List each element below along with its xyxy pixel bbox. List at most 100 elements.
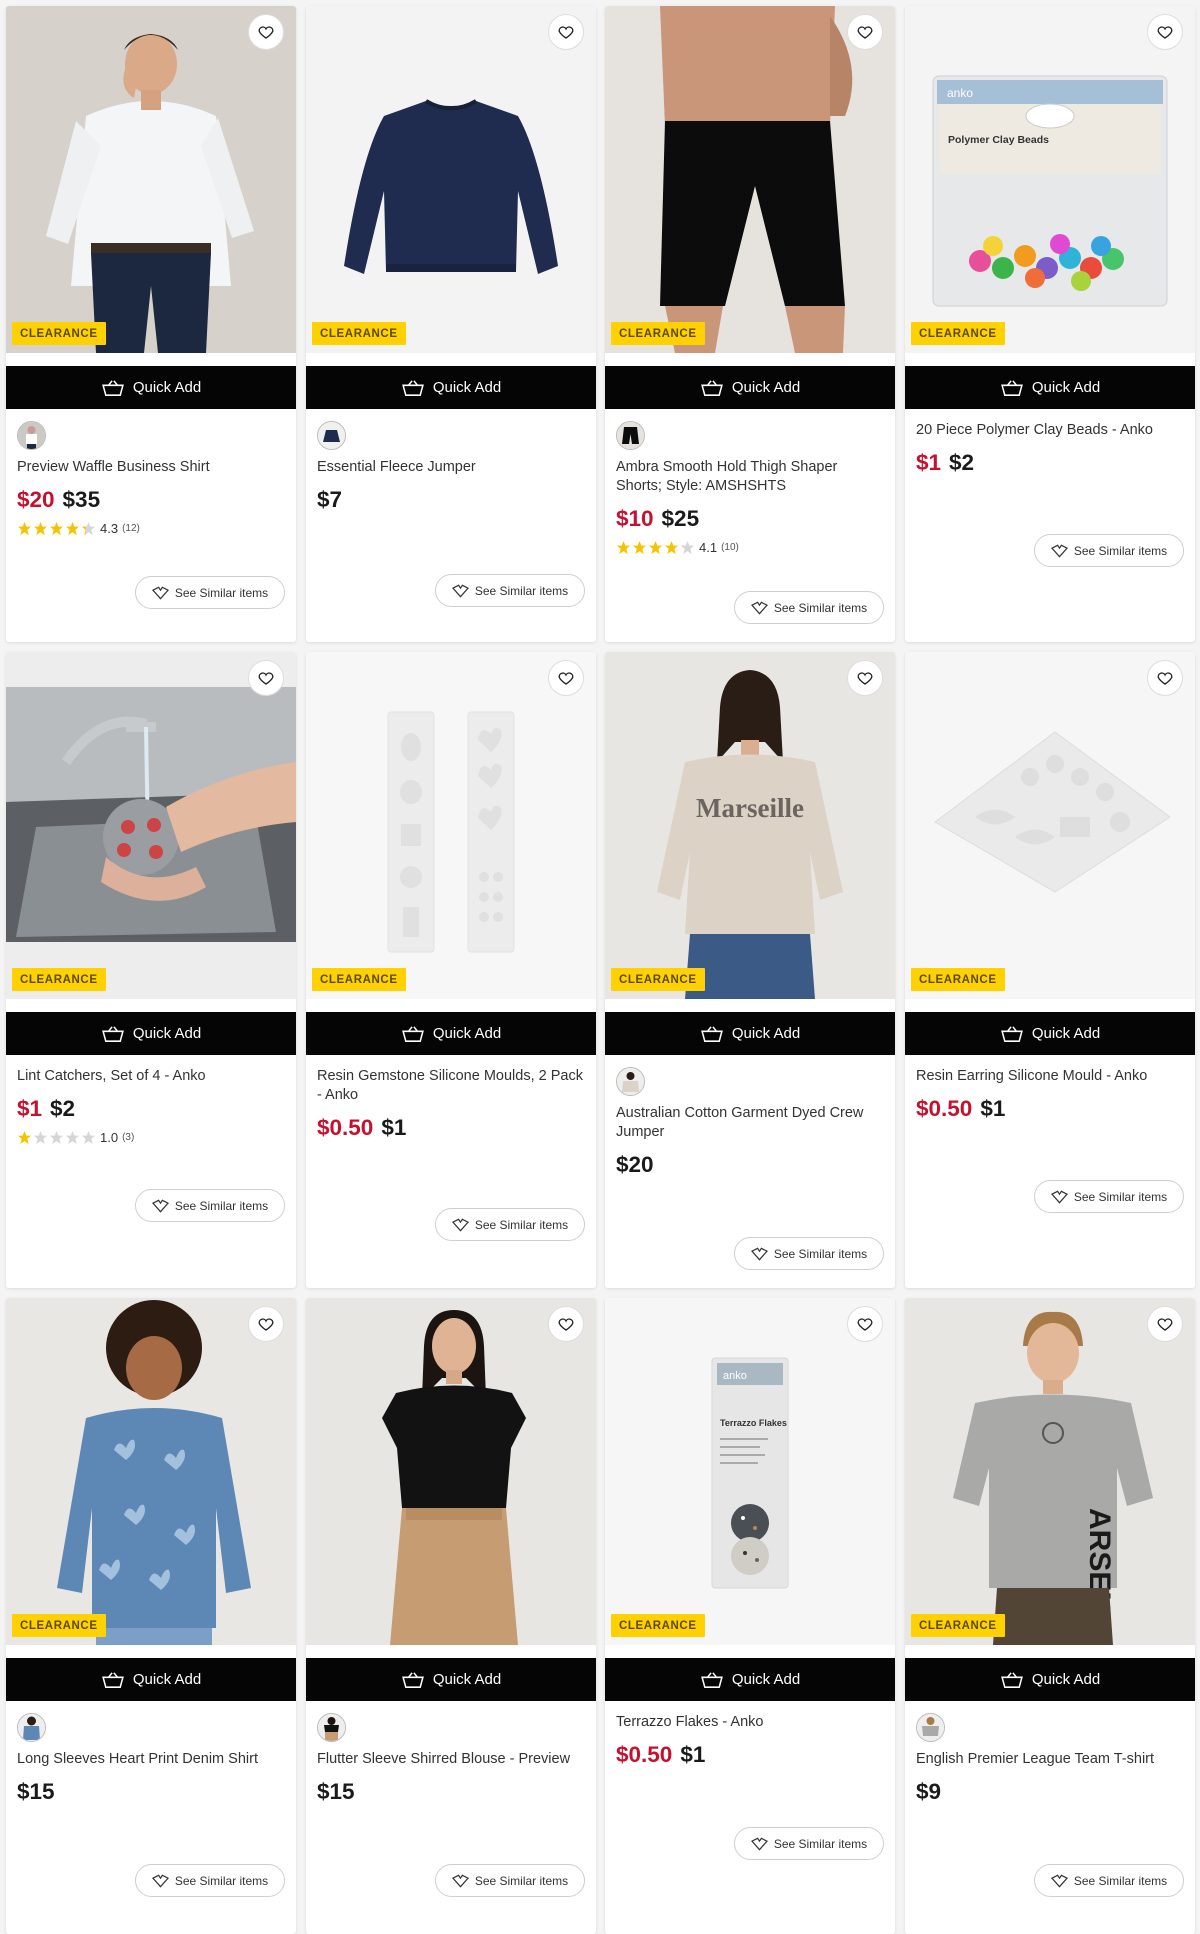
see-similar-label: See Similar items	[1073, 1189, 1168, 1204]
see-similar-button[interactable]: See Similar items	[734, 591, 884, 624]
product-image[interactable]: CLEARANCE	[6, 652, 296, 999]
quick-add-button[interactable]: Quick Add	[905, 1012, 1195, 1055]
product-image[interactable]: CLEARANCE	[6, 6, 296, 353]
product-name[interactable]: Terrazzo Flakes - Anko	[616, 1713, 884, 1732]
product-card[interactable]: anko Terrazzo Flakes CLEARANCE Quick Add…	[605, 1298, 895, 1934]
product-image[interactable]: CLEARANCE	[6, 1298, 296, 1645]
wishlist-button[interactable]	[248, 14, 284, 50]
heart-icon	[857, 1318, 873, 1331]
quick-add-label: Quick Add	[132, 1671, 202, 1688]
product-photo: ARSENAL	[905, 1298, 1195, 1645]
wishlist-button[interactable]	[1147, 660, 1183, 696]
product-image[interactable]: anko Polymer Clay Beads CLEARANCE	[905, 6, 1195, 353]
product-card[interactable]: CLEARANCE Quick Add Resin Gemstone Silic…	[306, 652, 596, 1288]
product-name[interactable]: Australian Cotton Garment Dyed Crew Jump…	[616, 1104, 884, 1142]
quick-add-button[interactable]: Quick Add	[6, 366, 296, 409]
product-image[interactable]: CLEARANCE	[605, 6, 895, 353]
see-similar-button[interactable]: See Similar items	[1034, 534, 1184, 567]
see-similar-button[interactable]: See Similar items	[135, 576, 285, 609]
product-name[interactable]: 20 Piece Polymer Clay Beads - Anko	[916, 421, 1184, 440]
color-swatch[interactable]	[17, 421, 46, 450]
product-name[interactable]: Lint Catchers, Set of 4 - Anko	[17, 1067, 285, 1086]
product-card[interactable]: CLEARANCE Quick Add Long Sleeves Heart P…	[6, 1298, 296, 1934]
quick-add-button[interactable]: Quick Add	[905, 366, 1195, 409]
see-similar-button[interactable]: See Similar items	[435, 574, 585, 607]
wishlist-button[interactable]	[548, 14, 584, 50]
product-card[interactable]: CLEARANCE Quick Add Preview Waffle Busin…	[6, 6, 296, 642]
wishlist-button[interactable]	[548, 1306, 584, 1342]
product-name[interactable]: Long Sleeves Heart Print Denim Shirt	[17, 1750, 285, 1769]
product-name[interactable]: Flutter Sleeve Shirred Blouse - Preview	[317, 1750, 585, 1769]
see-similar-button[interactable]: See Similar items	[135, 1189, 285, 1222]
quick-add-button[interactable]: Quick Add	[306, 1658, 596, 1701]
quick-add-button[interactable]: Quick Add	[6, 1658, 296, 1701]
product-name[interactable]: English Premier League Team T-shirt	[916, 1750, 1184, 1769]
product-image[interactable]: CLEARANCE	[306, 652, 596, 999]
quick-add-label: Quick Add	[432, 1025, 502, 1042]
product-card[interactable]: CLEARANCE Quick Add Lint Catchers, Set o…	[6, 652, 296, 1288]
heart-icon	[857, 26, 873, 39]
color-swatch[interactable]	[17, 1713, 46, 1742]
product-card[interactable]: anko Polymer Clay Beads CLEARANCE Quick …	[905, 6, 1195, 642]
product-card[interactable]: ARSENAL CLEARANCE Quick Add English Prem…	[905, 1298, 1195, 1934]
wishlist-button[interactable]	[847, 1306, 883, 1342]
wishlist-button[interactable]	[548, 660, 584, 696]
product-name[interactable]: Resin Earring Silicone Mould - Anko	[916, 1067, 1184, 1086]
product-card[interactable]: CLEARANCE Quick Add Ambra Smooth Hold Th…	[605, 6, 895, 642]
color-swatch[interactable]	[317, 421, 346, 450]
product-photo: anko Polymer Clay Beads	[905, 6, 1195, 353]
product-name[interactable]: Ambra Smooth Hold Thigh Shaper Shorts; S…	[616, 458, 884, 496]
see-similar-button[interactable]: See Similar items	[734, 1237, 884, 1270]
price-now: $15	[317, 1779, 355, 1804]
quick-add-button[interactable]: Quick Add	[905, 1658, 1195, 1701]
product-card[interactable]: CLEARANCE Quick Add Essential Fleece Jum…	[306, 6, 596, 642]
quick-add-button[interactable]: Quick Add	[605, 1012, 895, 1055]
product-card[interactable]: CLEARANCE Quick Add Resin Earring Silico…	[905, 652, 1195, 1288]
heart-icon	[258, 26, 274, 39]
quick-add-button[interactable]: Quick Add	[6, 1012, 296, 1055]
price-now: $9	[916, 1779, 942, 1804]
see-similar-button[interactable]: See Similar items	[135, 1864, 285, 1897]
product-image[interactable]: CLEARANCE	[306, 6, 596, 353]
see-similar-button[interactable]: See Similar items	[435, 1208, 585, 1241]
wishlist-button[interactable]	[248, 1306, 284, 1342]
wishlist-button[interactable]	[847, 14, 883, 50]
color-swatch[interactable]	[916, 1713, 945, 1742]
similar-icon	[750, 601, 768, 615]
product-name[interactable]: Preview Waffle Business Shirt	[17, 458, 285, 477]
color-swatch[interactable]	[616, 1067, 645, 1096]
price: $10 $25	[616, 506, 884, 532]
heart-icon	[558, 672, 574, 685]
original-price: $25	[661, 506, 700, 531]
wishlist-button[interactable]	[847, 660, 883, 696]
product-image[interactable]: Marseille CLEARANCE	[605, 652, 895, 999]
quick-add-label: Quick Add	[731, 379, 801, 396]
quick-add-button[interactable]: Quick Add	[605, 1658, 895, 1701]
see-similar-button[interactable]: See Similar items	[1034, 1180, 1184, 1213]
heart-icon	[857, 672, 873, 685]
product-card[interactable]: Quick Add Flutter Sleeve Shirred Blouse …	[306, 1298, 596, 1934]
similar-icon	[750, 1837, 768, 1851]
wishlist-button[interactable]	[248, 660, 284, 696]
see-similar-label: See Similar items	[474, 583, 569, 598]
svg-text:anko: anko	[723, 1370, 747, 1382]
color-swatch[interactable]	[616, 421, 645, 450]
see-similar-button[interactable]: See Similar items	[1034, 1864, 1184, 1897]
color-swatch[interactable]	[317, 1713, 346, 1742]
product-image[interactable]: anko Terrazzo Flakes CLEARANCE	[605, 1298, 895, 1645]
quick-add-button[interactable]: Quick Add	[306, 366, 596, 409]
product-card[interactable]: Marseille CLEARANCE Quick Add Australian…	[605, 652, 895, 1288]
product-image[interactable]: CLEARANCE	[905, 652, 1195, 999]
svg-text:Terrazzo Flakes: Terrazzo Flakes	[720, 1418, 787, 1428]
product-name[interactable]: Resin Gemstone Silicone Moulds, 2 Pack -…	[317, 1067, 585, 1105]
product-name[interactable]: Essential Fleece Jumper	[317, 458, 585, 477]
product-image[interactable]: ARSENAL CLEARANCE	[905, 1298, 1195, 1645]
product-image[interactable]	[306, 1298, 596, 1645]
quick-add-button[interactable]: Quick Add	[605, 366, 895, 409]
see-similar-button[interactable]: See Similar items	[734, 1827, 884, 1860]
wishlist-button[interactable]	[1147, 1306, 1183, 1342]
see-similar-button[interactable]: See Similar items	[435, 1864, 585, 1897]
wishlist-button[interactable]	[1147, 14, 1183, 50]
see-similar-label: See Similar items	[174, 585, 269, 600]
quick-add-button[interactable]: Quick Add	[306, 1012, 596, 1055]
